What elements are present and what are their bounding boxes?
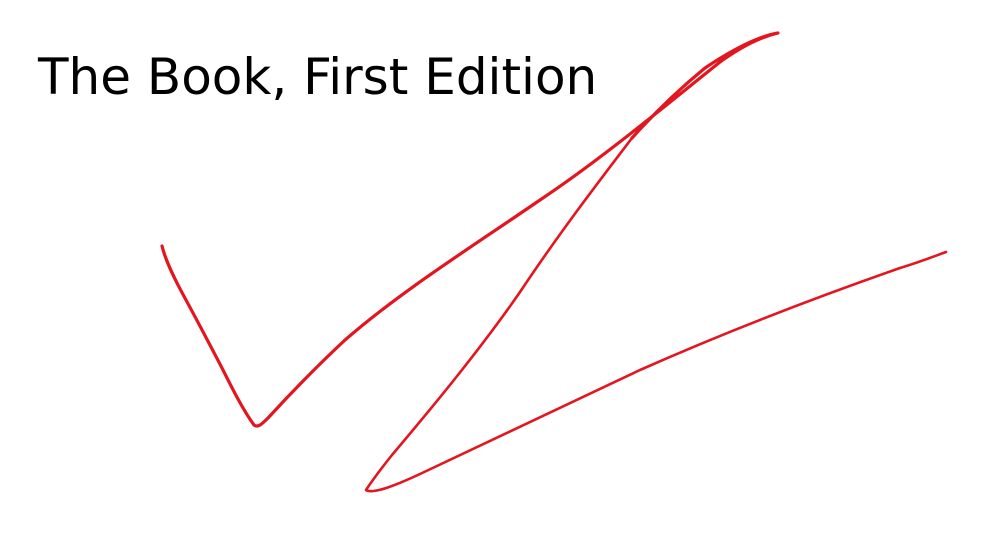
slide-canvas: The Book, First Edition: [0, 0, 984, 558]
zigzag-stroke: [364, 136, 948, 493]
slide-title: The Book, First Edition: [38, 48, 598, 106]
